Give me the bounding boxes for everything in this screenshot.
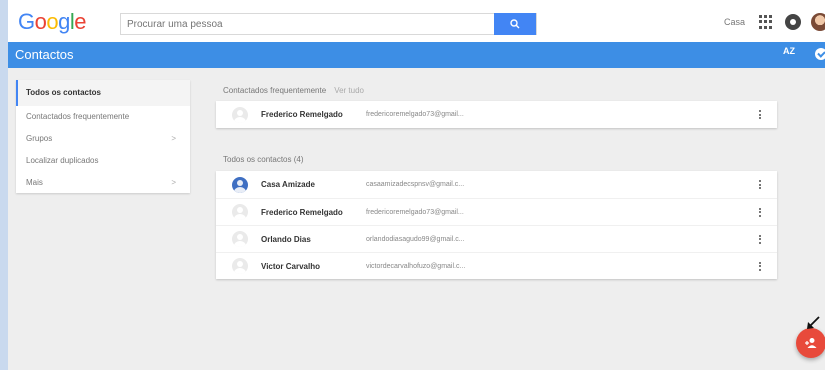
logo-letter: G bbox=[18, 9, 35, 34]
sidebar-item-label: Contactados frequentemente bbox=[26, 112, 130, 121]
contact-email: orlandodiasagudo99@gmail.c... bbox=[366, 235, 465, 243]
all-contacts-card: Casa Amizade casaamizadecspnsv@gmail.c...… bbox=[216, 171, 777, 279]
sidebar-item-label: Todos os contactos bbox=[26, 88, 101, 97]
account-avatar[interactable] bbox=[811, 13, 825, 31]
logo-letter: o bbox=[34, 9, 47, 34]
more-vert-icon[interactable] bbox=[759, 110, 762, 119]
contact-name: Frederico Remelgado bbox=[261, 110, 343, 119]
google-logo[interactable]: Google bbox=[18, 9, 87, 35]
more-vert-icon[interactable] bbox=[759, 261, 762, 271]
search-input[interactable] bbox=[121, 14, 494, 34]
contact-email: victordecarvalhofuzo@gmail.c... bbox=[366, 262, 466, 270]
account-area: Casa bbox=[724, 10, 825, 34]
more-vert-icon[interactable] bbox=[759, 234, 762, 244]
contact-row[interactable]: Victor Carvalho victordecarvalhofuzo@gmai… bbox=[216, 252, 777, 279]
view-all-link[interactable]: Ver tudo bbox=[334, 86, 364, 95]
contact-avatar bbox=[232, 258, 248, 274]
sidebar-item[interactable]: Contactados frequentemente bbox=[16, 106, 190, 128]
apps-grid-icon[interactable] bbox=[759, 15, 773, 29]
contact-avatar bbox=[232, 106, 248, 123]
contact-name: Orlando Dias bbox=[261, 234, 311, 244]
contact-email: casaamizadecspnsv@gmail.c... bbox=[366, 181, 465, 188]
chevron-right-icon: > bbox=[171, 178, 176, 187]
pointer-arrow-icon bbox=[807, 316, 820, 329]
sidebar-item[interactable]: Localizar duplicados bbox=[16, 150, 190, 172]
google-bar: Google Casa bbox=[8, 0, 825, 42]
contact-row[interactable]: Frederico Remelgado fredericoremelgado73@… bbox=[216, 198, 777, 225]
sidebar-item[interactable]: Mais > bbox=[16, 172, 190, 194]
contact-name: Frederico Remelgado bbox=[261, 207, 343, 217]
contact-name: Casa Amizade bbox=[261, 180, 315, 189]
frequent-section-title: Contactados frequentemente Ver tudo bbox=[223, 86, 364, 95]
add-contact-icon bbox=[805, 338, 817, 348]
contact-row[interactable]: Casa Amizade casaamizadecspnsv@gmail.c... bbox=[216, 171, 777, 198]
search-button[interactable] bbox=[494, 13, 536, 35]
search-icon bbox=[510, 19, 520, 29]
contact-email: fredericoremelgado73@gmail... bbox=[366, 111, 464, 118]
contact-avatar bbox=[232, 176, 248, 193]
contact-name: Victor Carvalho bbox=[261, 261, 320, 271]
sidebar-item-label: Localizar duplicados bbox=[26, 156, 99, 165]
logo-letter: e bbox=[74, 9, 87, 34]
all-section-title: Todos os contactos (4) bbox=[223, 155, 304, 164]
sidebar-item[interactable]: Grupos > bbox=[16, 128, 190, 150]
search-box bbox=[120, 13, 537, 35]
logo-letter: o bbox=[46, 9, 59, 34]
sort-az-icon[interactable]: AZ bbox=[783, 47, 795, 56]
app-bar: Contactos AZ bbox=[8, 42, 825, 68]
contact-email: fredericoremelgado73@gmail... bbox=[366, 208, 464, 216]
sidebar-item-label: Mais bbox=[26, 178, 43, 187]
logo-letter: g bbox=[58, 9, 70, 34]
account-link[interactable]: Casa bbox=[724, 17, 745, 27]
contact-avatar bbox=[232, 204, 248, 220]
more-vert-icon[interactable] bbox=[759, 207, 762, 217]
sidebar-item-label: Grupos bbox=[26, 134, 53, 143]
chevron-right-icon: > bbox=[171, 134, 176, 143]
frequent-title: Contactados frequentemente bbox=[223, 86, 327, 95]
page-title: Contactos bbox=[15, 47, 74, 62]
contact-avatar bbox=[232, 231, 248, 247]
more-vert-icon[interactable] bbox=[759, 180, 762, 189]
sidebar: Todos os contactos Contactados frequentem… bbox=[16, 80, 190, 193]
notifications-icon[interactable] bbox=[785, 14, 801, 30]
frequent-contacts-card: Frederico Remelgado fredericoremelgado73@… bbox=[216, 101, 777, 128]
contact-row[interactable]: Orlando Dias orlandodiasagudo99@gmail.c..… bbox=[216, 225, 777, 252]
contacts-window: Google Casa Contactos AZ Todos os contac… bbox=[8, 0, 825, 370]
add-contact-button[interactable] bbox=[796, 328, 825, 358]
sidebar-item[interactable]: Todos os contactos bbox=[16, 80, 190, 106]
contact-row[interactable]: Frederico Remelgado fredericoremelgado73@… bbox=[216, 101, 777, 128]
more-options-icon[interactable] bbox=[815, 48, 825, 60]
